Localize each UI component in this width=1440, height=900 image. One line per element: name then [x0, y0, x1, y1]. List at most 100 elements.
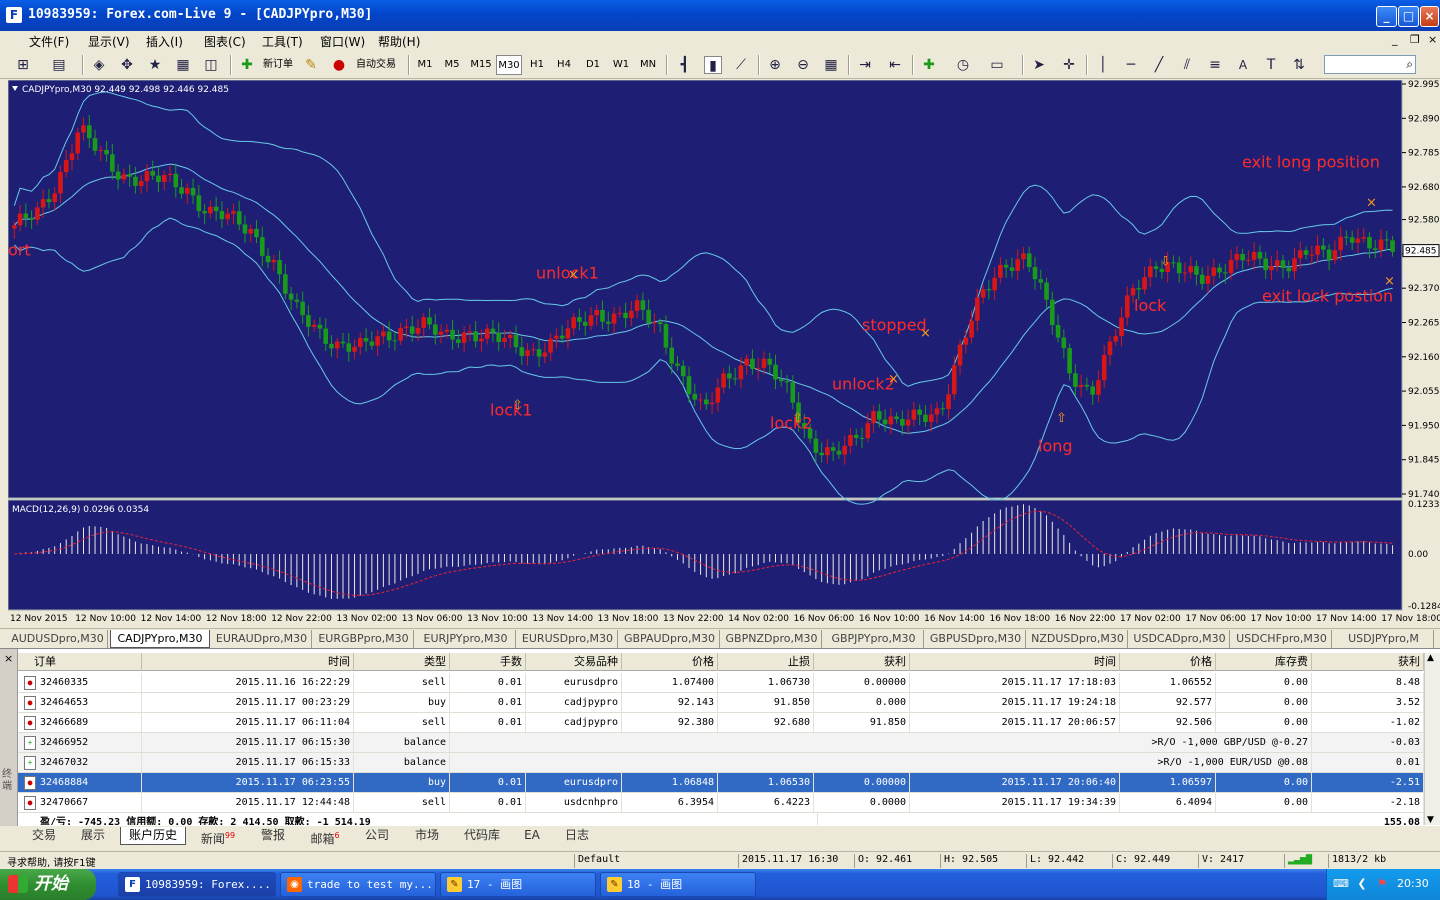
symbol-tab[interactable]: EURAUDpro,M30 [212, 630, 312, 648]
terminal-close-icon[interactable]: × [4, 652, 13, 665]
terminal-tab[interactable]: 账户历史 [120, 827, 186, 845]
table-row[interactable]: +32466952 2015.11.17 06:15:30 balance >R/O … [18, 733, 1424, 753]
price-chart[interactable]: 92.99592.89092.78592.68092.58092.47592.3… [7, 79, 1440, 628]
column-header[interactable]: 止损 [718, 653, 814, 671]
terminal-tab[interactable]: 邮箱6 [300, 827, 350, 846]
menu-window[interactable]: 窗口(W) [320, 33, 365, 50]
vertical-scrollbar[interactable]: ▲ ▼ [1424, 653, 1440, 825]
profiles-icon[interactable]: ▤ [50, 56, 68, 74]
terminal-tab[interactable]: EA [514, 827, 550, 845]
table-row[interactable]: +32467032 2015.11.17 06:15:33 balance >R/O … [18, 753, 1424, 773]
crosshair-icon[interactable]: ✛ [1060, 56, 1078, 74]
indicators-icon[interactable]: ✚ [920, 56, 938, 74]
column-header[interactable]: 获利 [814, 653, 910, 671]
maximize-button[interactable]: □ [1398, 6, 1419, 27]
symbol-tab[interactable]: GBPJPYpro,M30 [824, 630, 924, 648]
task-metatrader[interactable]: F 10983959: Forex.... [118, 872, 276, 897]
timeframe-w1[interactable]: W1 [610, 55, 632, 75]
menu-charts[interactable]: 图表(C) [204, 33, 246, 50]
menu-view[interactable]: 显示(V) [88, 33, 130, 50]
tray-expand-icon[interactable]: ❮ [1355, 877, 1369, 891]
timeframe-h1[interactable]: H1 [526, 55, 548, 75]
symbol-tab[interactable]: USDJPYpro,M [1334, 630, 1434, 648]
tester-icon[interactable]: ◫ [202, 56, 220, 74]
table-row[interactable]: ● 32460335 2015.11.16 16:22:29 sell 0.01 euru… [18, 673, 1424, 693]
symbol-tab[interactable]: EURJPYpro,M30 [416, 630, 516, 648]
timeframe-m30[interactable]: M30 [496, 55, 522, 75]
symbol-tab[interactable]: GBPUSDpro,M30 [926, 630, 1026, 648]
terminal-tab[interactable]: 新闻99 [190, 827, 246, 846]
navigator-icon[interactable]: ✥ [118, 56, 136, 74]
column-header[interactable]: 获利 [1312, 653, 1424, 671]
column-header[interactable]: 类型 [354, 653, 450, 671]
menu-file[interactable]: 文件(F) [29, 33, 69, 50]
fibonacci-icon[interactable]: ≡ [1206, 56, 1224, 74]
arrows-icon[interactable]: ⇅ [1290, 56, 1308, 74]
task-browser[interactable]: ◉ trade to test my... [280, 872, 436, 897]
terminal-tab[interactable]: 展示 [70, 827, 116, 845]
horizontal-line-icon[interactable]: ─ [1122, 56, 1140, 74]
mdi-minimize-icon[interactable]: _ [1392, 33, 1398, 46]
chart-shift-icon[interactable]: ⇤ [886, 56, 904, 74]
auto-scroll-icon[interactable]: ⇥ [856, 56, 874, 74]
zoom-in-icon[interactable]: ⊕ [766, 56, 784, 74]
timeframe-m1[interactable]: M1 [414, 55, 436, 75]
trendline-icon[interactable]: ╱ [1150, 56, 1168, 74]
terminal-icon[interactable]: ▦ [174, 56, 192, 74]
menu-tools[interactable]: 工具(T) [262, 33, 303, 50]
terminal-tab[interactable]: 市场 [404, 827, 450, 845]
symbol-tab[interactable]: CADJPYpro,M30 [110, 630, 210, 648]
symbol-tab[interactable]: USDCADpro,M30 [1130, 630, 1230, 648]
symbol-tab[interactable]: NZDUSDpro,M30 [1028, 630, 1128, 648]
terminal-tab[interactable]: 日志 [554, 827, 600, 845]
symbol-tab[interactable]: GBPNZDpro,M30 [722, 630, 822, 648]
bar-chart-icon[interactable]: ┫ [676, 56, 694, 74]
start-button[interactable]: 开始 [0, 869, 96, 900]
minimize-button[interactable]: _ [1376, 6, 1397, 27]
column-header[interactable]: 交易品种 [526, 653, 622, 671]
column-header[interactable]: 库存费 [1216, 653, 1312, 671]
menu-help[interactable]: 帮助(H) [378, 33, 420, 50]
table-row[interactable]: ● 32468884 2015.11.17 06:23:55 buy 0.01 eurus… [18, 773, 1424, 793]
timeframe-m15[interactable]: M15 [468, 55, 494, 75]
tile-windows-icon[interactable]: ▦ [822, 56, 840, 74]
network-icon[interactable]: ⚑ [1375, 877, 1389, 891]
task-paint-17[interactable]: ✎ 17 - 画图 [440, 872, 596, 897]
column-header[interactable]: 价格 [622, 653, 718, 671]
chart-window[interactable]: 92.99592.89092.78592.68092.58092.47592.3… [7, 79, 1440, 628]
search-icon[interactable]: ⌕ [1406, 57, 1413, 72]
vertical-line-icon[interactable]: │ [1094, 56, 1112, 74]
close-button[interactable]: × [1420, 6, 1439, 27]
favorites-icon[interactable]: ★ [146, 56, 164, 74]
text-tool-icon[interactable]: A [1234, 56, 1252, 74]
table-row[interactable]: ● 32470667 2015.11.17 12:44:48 sell 0.01 usdc… [18, 793, 1424, 813]
menu-insert[interactable]: 插入(I) [146, 33, 183, 50]
zoom-out-icon[interactable]: ⊖ [794, 56, 812, 74]
new-order-icon[interactable]: ✚ [238, 56, 256, 74]
column-header[interactable]: 订单 [18, 653, 142, 671]
column-header[interactable]: 时间 [142, 653, 354, 671]
column-header[interactable]: 价格 [1120, 653, 1216, 671]
text-label-icon[interactable]: T [1262, 56, 1280, 74]
templates-icon[interactable]: ▭ [988, 56, 1006, 74]
market-watch-icon[interactable]: ◈ [90, 56, 108, 74]
symbol-tab[interactable]: EURUSDpro,M30 [518, 630, 618, 648]
table-row[interactable]: ● 32464653 2015.11.17 00:23:29 buy 0.01 cadjp… [18, 693, 1424, 713]
symbol-tab[interactable]: GBPAUDpro,M30 [620, 630, 720, 648]
symbol-tab[interactable]: AUDUSDpro,M30 [8, 630, 108, 648]
terminal-tab[interactable]: 公司 [354, 827, 400, 845]
line-chart-icon[interactable]: ⟋ [732, 56, 750, 74]
keyboard-icon[interactable]: ⌨ [1333, 877, 1349, 891]
new-order-button[interactable]: 新订单 [258, 55, 298, 75]
symbol-tab[interactable]: EURGBPpro,M30 [314, 630, 414, 648]
search-input[interactable]: ⌕ [1324, 55, 1416, 74]
terminal-tab[interactable]: 代码库 [454, 827, 510, 845]
symbol-tab[interactable]: USDCHFpro,M30 [1232, 630, 1332, 648]
candlestick-icon[interactable]: ▮ [704, 56, 722, 74]
terminal-tab[interactable]: 交易 [22, 827, 66, 845]
metaeditor-icon[interactable]: ✎ [302, 56, 320, 74]
mdi-close-icon[interactable]: × [1428, 33, 1437, 46]
scroll-down-icon[interactable]: ▼ [1427, 815, 1434, 825]
timeframe-h4[interactable]: H4 [553, 55, 575, 75]
timeframe-m5[interactable]: M5 [441, 55, 463, 75]
